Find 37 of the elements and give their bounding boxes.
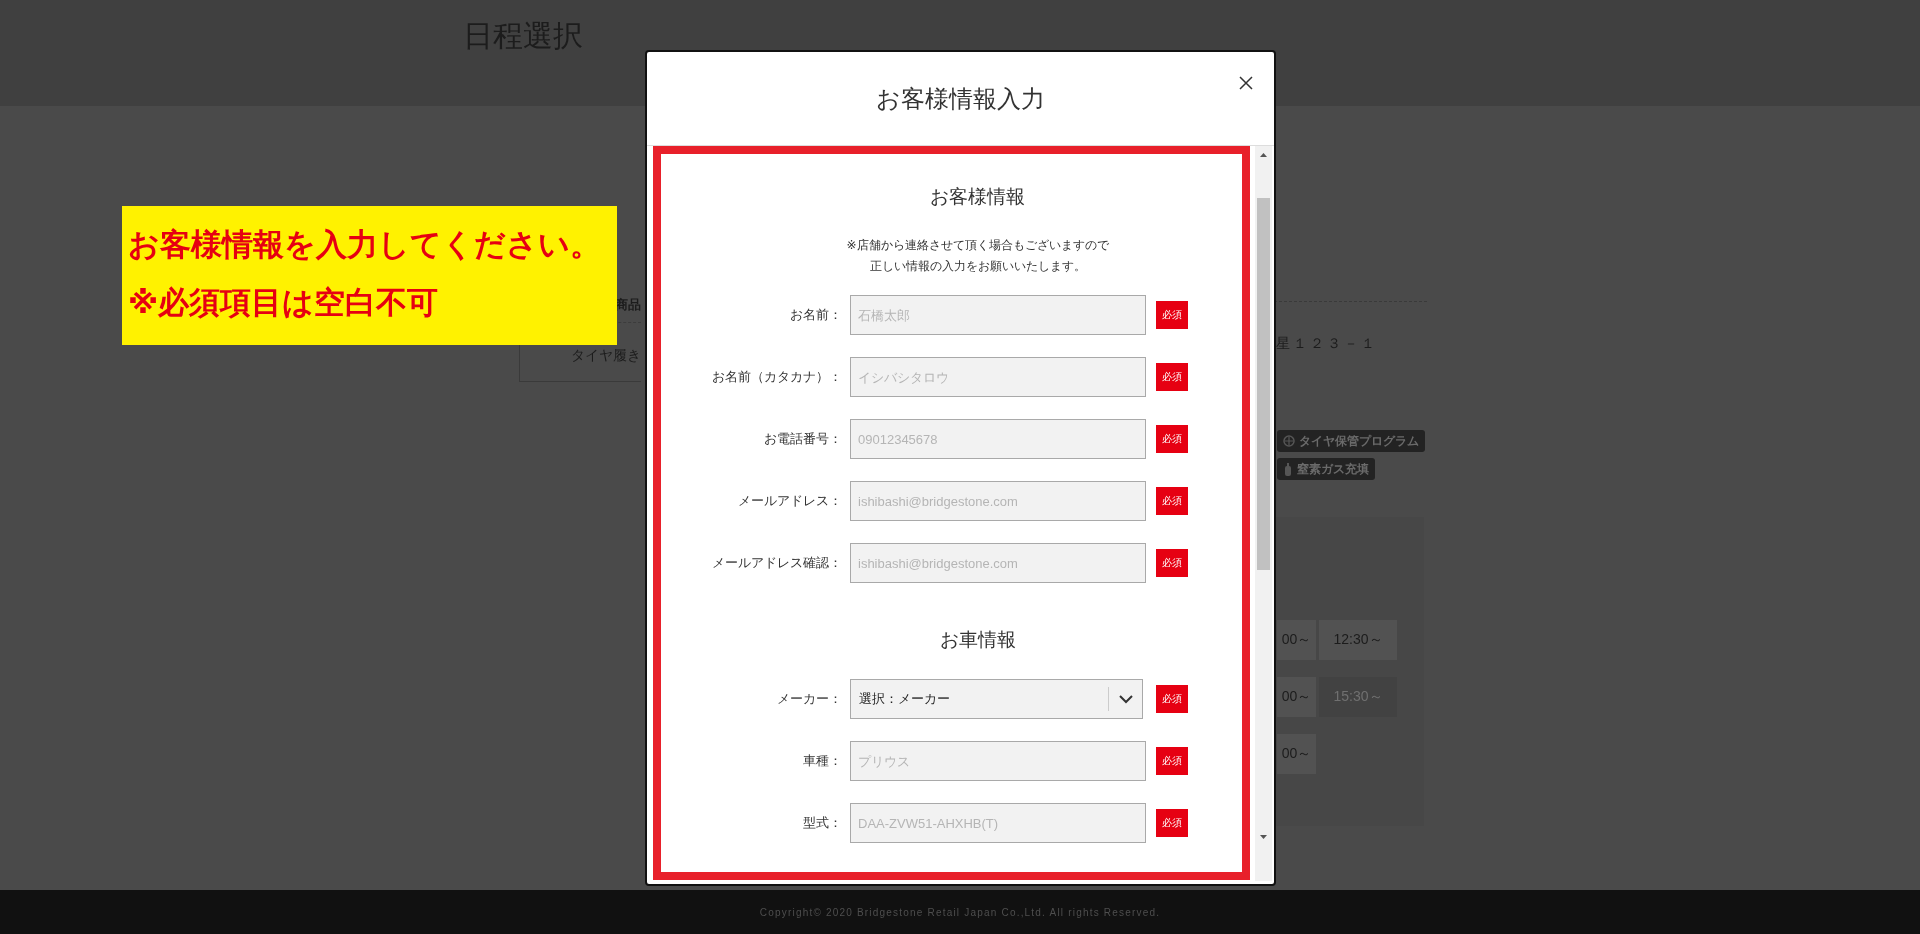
modal-title: お客様情報入力 [876,83,1045,114]
field-label: メールアドレス確認： [711,554,842,572]
circle-cross-icon [1283,435,1295,447]
close-icon[interactable] [1237,74,1255,92]
input-field[interactable]: ishibashi@bridgestone.com [850,543,1146,583]
section-heading: お車情報 [938,628,1017,652]
copyright-text: Copyright© 2020 Bridgestone Retail Japan Co.,Ltd. All rights Reserved. [759,906,1161,918]
input-field[interactable]: 石橋太郎 [850,295,1146,335]
input-field[interactable]: 09012345678 [850,419,1146,459]
required-badge: 必須 [1156,809,1188,837]
maker-dropdown[interactable]: 選択：メーカー [850,679,1143,719]
field-label: お電話番号： [763,430,842,448]
required-badge: 必須 [1156,747,1188,775]
notice-text: ※店舗から連絡させて頂く場合もございますので [846,237,1109,254]
input-field[interactable]: DAA-ZVW51-AHXHB(T) [850,803,1146,843]
annotation-text: ※必須項目は空白不可 [128,284,440,321]
required-badge: 必須 [1156,363,1188,391]
input-field[interactable]: プリウス [850,741,1146,781]
field-label: 型式： [802,814,842,832]
field-label: メールアドレス： [737,492,842,510]
required-badge: 必須 [1156,685,1188,713]
cylinder-icon [1283,462,1293,476]
chevron-down-icon[interactable] [1119,694,1133,704]
service-tag: タイヤ保管プログラム [1277,430,1425,452]
service-tag: 窒素ガス充填 [1277,458,1375,480]
field-label: メーカー： [776,690,842,708]
required-badge: 必須 [1156,549,1188,577]
required-badge: 必須 [1156,487,1188,515]
field-label: お名前： [789,306,842,324]
field-label: お名前（カタカナ）： [711,368,842,386]
required-badge: 必須 [1156,301,1188,329]
notice-text: 正しい情報の入力をお願いいたします。 [869,258,1086,275]
field-label: 車種： [802,752,842,770]
required-badge: 必須 [1156,425,1188,453]
section-heading: お客様情報 [929,185,1026,209]
input-field[interactable]: ishibashi@bridgestone.com [850,481,1146,521]
annotation-text: お客様情報を入力してください。 [128,226,602,263]
